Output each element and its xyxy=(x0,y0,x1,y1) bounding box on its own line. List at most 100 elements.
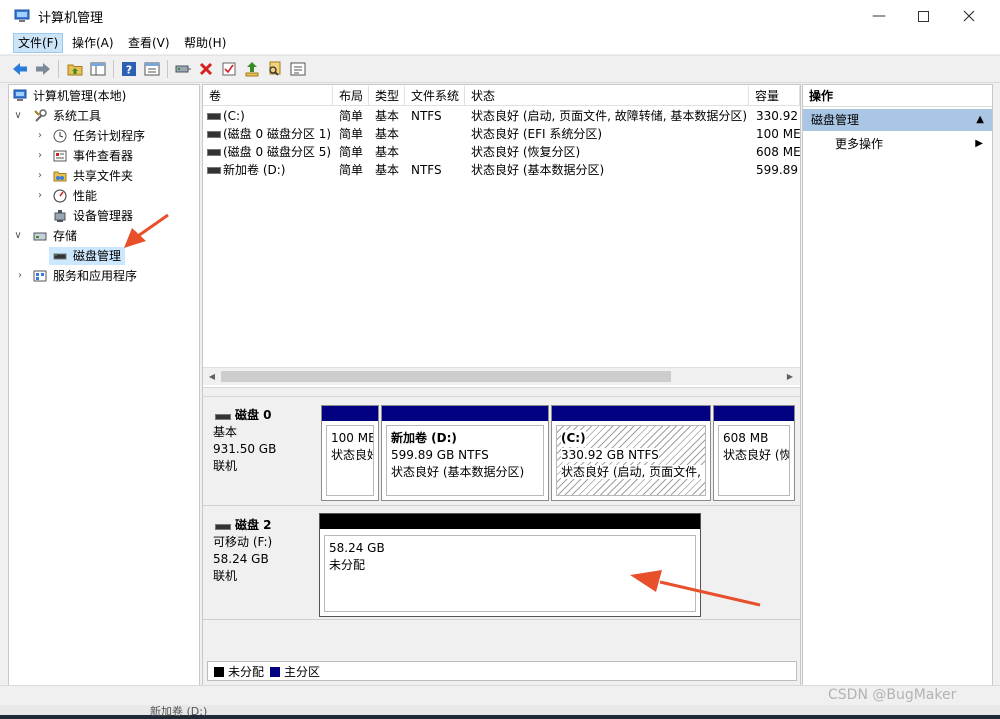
tree-label: 共享文件夹 xyxy=(73,169,134,183)
disk-management-pane: 卷 布局 类型 文件系统 状态 容量 (C:) 简单 基本 NTFS 状态良好 … xyxy=(202,84,801,686)
actions-section-disk-management[interactable]: 磁盘管理 ▲ xyxy=(803,109,992,131)
menu-help[interactable]: 帮助(H) xyxy=(180,34,230,52)
horizontal-scrollbar[interactable]: ◀ ▶ xyxy=(203,367,800,385)
title-bar[interactable]: 计算机管理 — xyxy=(0,0,1000,32)
partition-info: 新加卷 (D:) 599.89 GB NTFS 状态良好 (基本数据分区) xyxy=(386,425,544,496)
table-row[interactable]: (磁盘 0 磁盘分区 5) 简单 基本 状态良好 (恢复分区) 608 ME xyxy=(203,143,800,161)
disk-name: 磁盘 0 xyxy=(235,408,272,422)
close-icon[interactable] xyxy=(946,0,992,32)
expand-chevron-icon[interactable]: › xyxy=(35,187,45,205)
expand-chevron-icon[interactable]: › xyxy=(35,147,45,165)
partition-title: 新加卷 (D:) xyxy=(391,431,457,445)
tree-label: 性能 xyxy=(73,189,98,203)
scrollbar-thumb[interactable] xyxy=(221,371,671,382)
tree-performance[interactable]: › 性能 xyxy=(11,187,195,205)
maximize-icon[interactable] xyxy=(900,0,946,32)
disk-icon xyxy=(215,414,231,420)
menu-view[interactable]: 查看(V) xyxy=(124,34,174,52)
svg-text:?: ? xyxy=(126,64,132,77)
performance-gauge-icon xyxy=(53,189,67,203)
cell-volume: 新加卷 (D:) xyxy=(223,163,286,177)
back-arrow-icon[interactable] xyxy=(11,60,29,78)
cell-status: 状态良好 (恢复分区) xyxy=(471,145,581,159)
menu-file[interactable]: 文件(F) xyxy=(13,33,64,53)
cell-volume: (磁盘 0 磁盘分区 1) xyxy=(223,127,332,141)
disk-kind: 基本 xyxy=(213,425,238,439)
tree-device-manager[interactable]: 设备管理器 xyxy=(11,207,195,225)
event-viewer-icon xyxy=(53,150,67,162)
tree-services-apps[interactable]: › 服务和应用程序 xyxy=(11,267,195,285)
disk-2-label[interactable]: 磁盘 2 可移动 (F:) 58.24 GB 联机 xyxy=(207,511,317,617)
computer-management-window: 计算机管理 — 文件(F) 操作(A) 查看(V) 帮助(H) ? 计算机管理(… xyxy=(0,0,1000,715)
computer-management-icon xyxy=(13,89,27,101)
partition-status: 状态良好 (启动, 页面文件, 故 xyxy=(561,465,705,479)
partition-info: 608 MB 状态良好 (恢 xyxy=(718,425,790,496)
partition-efi[interactable]: 100 MB 状态良好 xyxy=(321,405,379,501)
clock-icon xyxy=(53,129,67,143)
services-apps-icon xyxy=(33,270,47,282)
column-header-status[interactable]: 状态 xyxy=(465,86,749,106)
partition-c[interactable]: (C:) 330.92 GB NTFS 状态良好 (启动, 页面文件, 故 xyxy=(551,405,711,501)
table-row[interactable]: 新加卷 (D:) 简单 基本 NTFS 状态良好 (基本数据分区) 599.89 xyxy=(203,161,800,179)
tree-system-tools[interactable]: ∨ 系统工具 xyxy=(11,107,195,125)
tree-event-viewer[interactable]: › 事件查看器 xyxy=(11,147,195,165)
tree-task-scheduler[interactable]: › 任务计划程序 xyxy=(11,127,195,145)
tree-disk-management[interactable]: 磁盘管理 xyxy=(49,247,125,265)
toolbar: ? xyxy=(0,55,1000,83)
partition-recovery[interactable]: 608 MB 状态良好 (恢 xyxy=(713,405,795,501)
tree-computer-management[interactable]: 计算机管理(本地) xyxy=(11,87,195,105)
cell-status: 状态良好 (启动, 页面文件, 故障转储, 基本数据分区) xyxy=(471,109,748,123)
properties-icon[interactable] xyxy=(143,60,161,78)
expand-chevron-icon[interactable]: › xyxy=(15,267,25,285)
partition-d[interactable]: 新加卷 (D:) 599.89 GB NTFS 状态良好 (基本数据分区) xyxy=(381,405,549,501)
cell-filesystem: NTFS xyxy=(411,163,442,177)
menu-action[interactable]: 操作(A) xyxy=(68,34,118,52)
search-icon[interactable] xyxy=(266,60,284,78)
partition-size: 330.92 GB NTFS xyxy=(561,448,659,462)
disk-0-row: 磁盘 0 基本 931.50 GB 联机 100 MB 状态良好 xyxy=(203,401,800,506)
more-actions-item[interactable]: 更多操作 ▶ xyxy=(835,135,985,153)
disk-0-label[interactable]: 磁盘 0 基本 931.50 GB 联机 xyxy=(207,401,317,505)
collapse-chevron-icon[interactable]: ∨ xyxy=(13,227,23,245)
partition-status: 未分配 xyxy=(329,558,366,572)
partition-size: 100 MB xyxy=(331,431,374,445)
help-icon[interactable]: ? xyxy=(120,60,138,78)
column-header-type[interactable]: 类型 xyxy=(369,86,405,106)
table-row[interactable]: (C:) 简单 基本 NTFS 状态良好 (启动, 页面文件, 故障转储, 基本… xyxy=(203,107,800,125)
view-icon[interactable] xyxy=(289,60,307,78)
legend-primary-label: 主分区 xyxy=(284,665,321,679)
show-hide-console-tree-icon[interactable] xyxy=(89,60,107,78)
cell-layout: 简单 xyxy=(339,127,364,141)
scroll-left-arrow-icon[interactable]: ◀ xyxy=(205,369,219,384)
partition-info: 100 MB 状态良好 xyxy=(326,425,374,496)
expand-chevron-icon[interactable]: › xyxy=(35,167,45,185)
up-folder-icon[interactable] xyxy=(66,60,84,78)
column-header-filesystem[interactable]: 文件系统 xyxy=(405,86,465,106)
cell-capacity: 100 ME xyxy=(756,127,800,141)
expand-chevron-icon[interactable]: › xyxy=(35,127,45,145)
scroll-right-arrow-icon[interactable]: ▶ xyxy=(783,369,797,384)
background-window-text: 新加卷 (D:) xyxy=(150,705,208,718)
actions-header: 操作 xyxy=(803,85,992,107)
import-icon[interactable] xyxy=(243,60,261,78)
primary-partition-bar xyxy=(714,406,794,421)
pane-splitter[interactable] xyxy=(203,387,800,397)
tree-shared-folders[interactable]: › 共享文件夹 xyxy=(11,167,195,185)
legend-unallocated-label: 未分配 xyxy=(228,665,265,679)
partition-unallocated[interactable]: 58.24 GB 未分配 xyxy=(319,513,701,617)
collapse-chevron-icon[interactable]: ∨ xyxy=(13,107,23,125)
partition-size: 58.24 GB xyxy=(329,541,385,555)
column-header-layout[interactable]: 布局 xyxy=(333,86,369,106)
column-header-capacity[interactable]: 容量 xyxy=(749,86,800,106)
cell-capacity: 599.89 xyxy=(756,163,798,177)
window-title: 计算机管理 xyxy=(38,11,104,26)
collapse-triangle-icon[interactable]: ▲ xyxy=(976,109,984,131)
tree-storage[interactable]: ∨ 存储 xyxy=(11,227,195,245)
connect-icon[interactable] xyxy=(174,60,192,78)
delete-icon[interactable] xyxy=(197,60,215,78)
table-row[interactable]: (磁盘 0 磁盘分区 1) 简单 基本 状态良好 (EFI 系统分区) 100 … xyxy=(203,125,800,143)
forward-arrow-icon[interactable] xyxy=(34,60,52,78)
minimize-icon[interactable]: — xyxy=(856,0,902,32)
column-header-volume[interactable]: 卷 xyxy=(203,86,333,106)
checklist-icon[interactable] xyxy=(220,60,238,78)
